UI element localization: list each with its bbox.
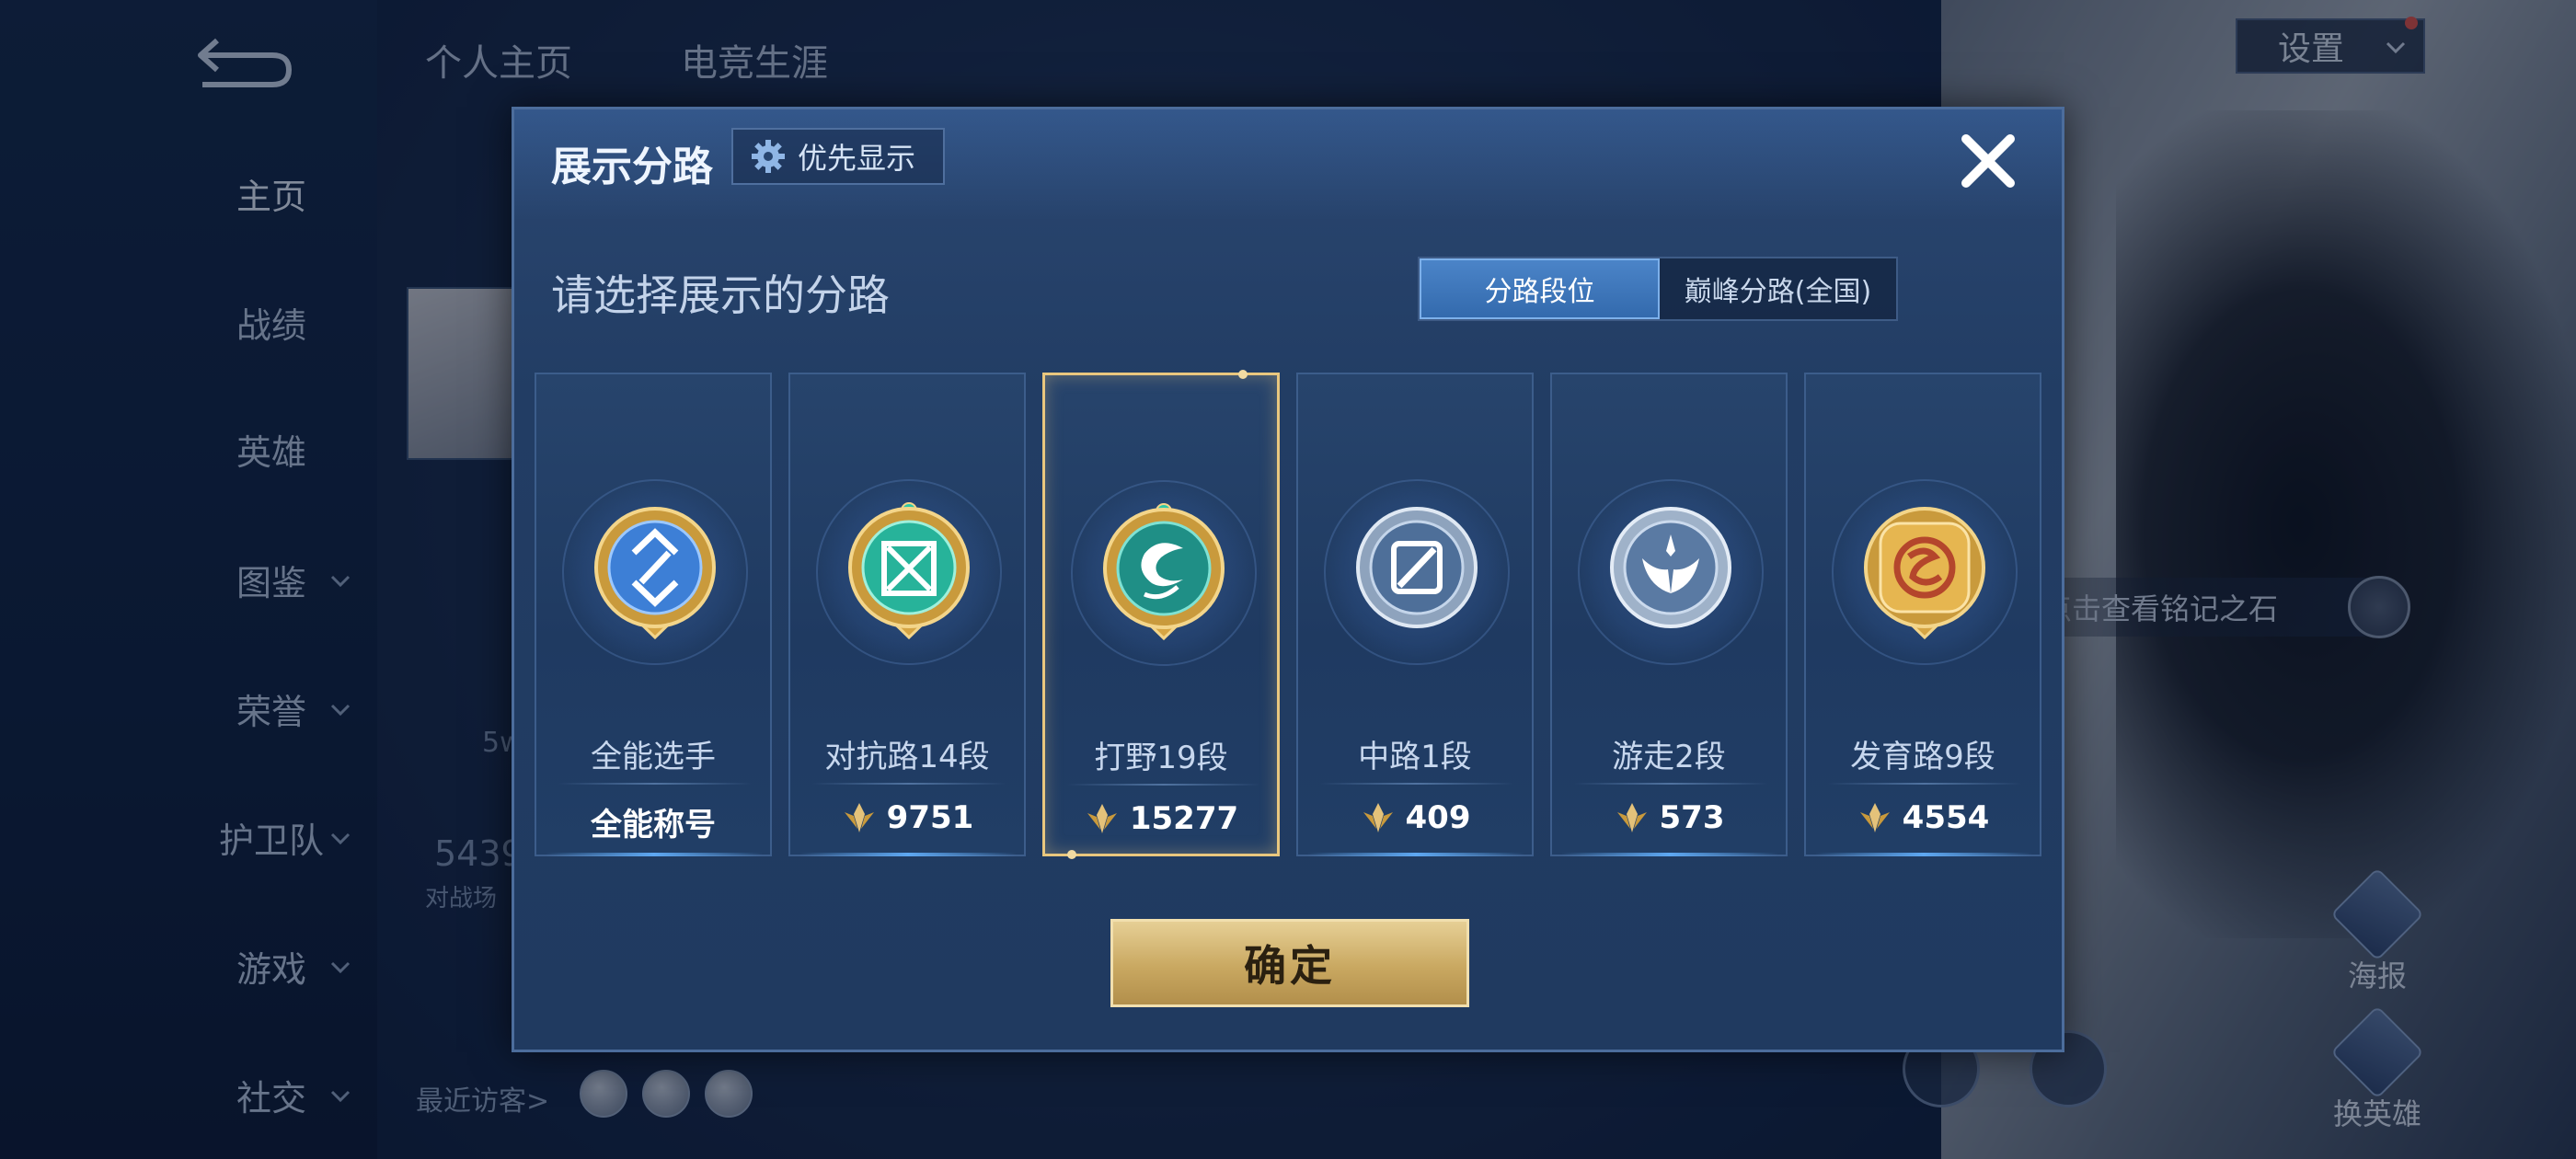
priority-display-label: 优先显示 [798,141,916,176]
card-divider [1574,783,1767,785]
select-lane-prompt: 请选择展示的分路 [551,270,890,320]
lane-score-value: 15277 [1129,800,1239,837]
card-glow [1815,853,2032,856]
toggle-peak-lane[interactable]: 巅峰分路(全国) [1660,258,1896,319]
toggle-lane-rank[interactable]: 分路段位 [1420,258,1660,319]
confirm-button[interactable]: 确定 [1110,919,1469,1007]
lane-score: 全能称号 [536,799,770,844]
card-divider [558,783,752,785]
rank-points-icon [1363,803,1393,832]
gear-icon [752,140,785,173]
ranking-mode-toggle: 分路段位 巅峰分路(全国) [1418,257,1898,321]
lane-display-dialog: 展示分路 优先显示 请选择展示的分路 分路段位 巅峰分路(全国) 全能选手 全能… [512,107,2064,1052]
jungle-badge-icon [1103,503,1225,641]
selection-corner-dot [1067,850,1076,859]
lane-name: 对抗路14段 [824,739,990,775]
lane-card-jungle[interactable]: 打野19段 15277 [1042,370,1280,859]
card-glow [1561,853,1778,856]
lane-name: 全能选手 [591,739,716,775]
lane-score: 15277 [1045,800,1277,837]
lane-score-value: 4554 [1902,799,1990,836]
close-icon[interactable] [1953,126,2023,196]
lane-name: 游走2段 [1612,739,1726,775]
mid-lane-badge-icon [1356,507,1478,628]
rank-points-icon [844,803,874,832]
lane-score: 573 [1552,799,1786,836]
card-divider [1828,783,2021,785]
rank-points-icon [1616,803,1647,832]
lane-name: 发育路9段 [1850,739,1995,775]
dialog-title: 展示分路 [551,143,713,190]
lane-score: 9751 [790,799,1024,836]
lane-card-clash[interactable]: 对抗路14段 9751 [788,373,1026,856]
card-divider [1320,783,1513,785]
lane-score-value: 9751 [886,799,974,836]
card-glow [799,853,1017,856]
rank-points-icon [1859,803,1890,832]
lane-name: 打野19段 [1094,740,1228,776]
lane-card-mid[interactable]: 中路1段 409 [1296,373,1534,856]
lane-card-allround[interactable]: 全能选手 全能称号 [535,373,772,856]
roam-badge-icon [1610,507,1731,628]
clash-lane-badge-icon [848,502,970,640]
card-divider [812,783,1006,785]
card-glow [546,853,763,856]
lane-card-roam[interactable]: 游走2段 573 [1550,373,1788,856]
allround-badge-icon [594,507,716,640]
card-divider [1067,784,1260,786]
lane-name: 中路1段 [1358,739,1472,775]
lane-score: 4554 [1806,799,2040,836]
lane-card-farm[interactable]: 发育路9段 4554 [1804,373,2041,856]
confirm-label: 确定 [1244,941,1336,991]
rank-points-icon [1087,804,1117,833]
selection-corner-dot [1238,370,1248,379]
lane-score-value: 409 [1405,799,1471,836]
lane-score-value: 573 [1659,799,1725,836]
card-glow [1307,853,1524,856]
lane-score: 409 [1298,799,1532,836]
lane-score-value: 全能称号 [591,807,716,843]
priority-display-button[interactable]: 优先显示 [731,128,945,185]
farm-lane-badge-icon [1864,507,1985,640]
